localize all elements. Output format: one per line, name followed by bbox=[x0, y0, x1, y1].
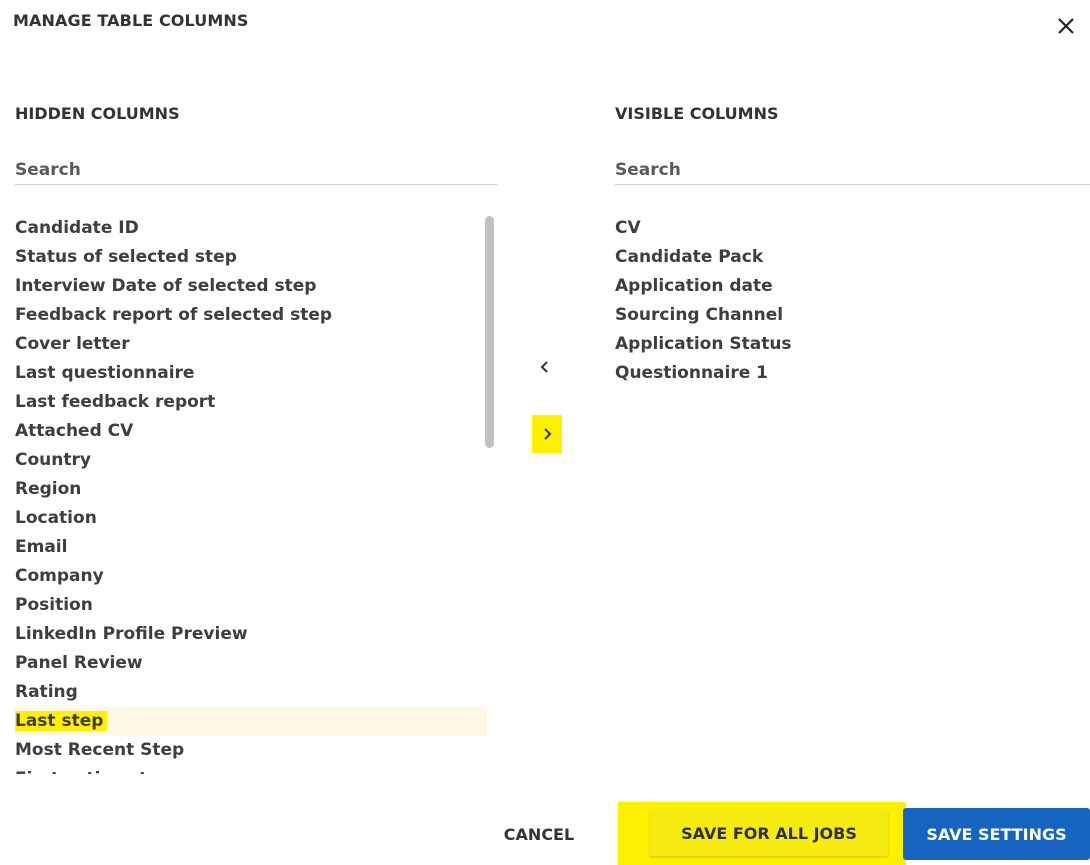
list-item-label: Position bbox=[15, 595, 93, 615]
list-item-label: First active step bbox=[15, 769, 171, 774]
list-item[interactable]: CV bbox=[615, 214, 792, 243]
list-item-label: Sourcing Channel bbox=[615, 305, 784, 325]
list-item[interactable]: Country bbox=[15, 446, 487, 475]
hidden-columns-header: HIDDEN COLUMNS bbox=[15, 104, 180, 123]
save-settings-button[interactable]: SAVE SETTINGS bbox=[903, 808, 1090, 860]
list-item[interactable]: Interview Date of selected step bbox=[15, 272, 487, 301]
move-to-visible-button[interactable] bbox=[532, 415, 562, 453]
list-item[interactable]: Last feedback report bbox=[15, 388, 487, 417]
list-item[interactable]: Candidate Pack bbox=[615, 243, 792, 272]
list-item-label: Candidate ID bbox=[15, 218, 139, 238]
list-item-label: Interview Date of selected step bbox=[15, 276, 317, 296]
list-item-label: Company bbox=[15, 566, 104, 586]
list-item-label: Feedback report of selected step bbox=[15, 305, 333, 325]
list-item[interactable]: Last questionnaire bbox=[15, 359, 487, 388]
list-item[interactable]: Application date bbox=[615, 272, 792, 301]
move-to-hidden-button[interactable] bbox=[530, 348, 560, 386]
list-item-label: Last step bbox=[15, 711, 108, 731]
visible-search-input[interactable] bbox=[615, 155, 1090, 185]
list-item[interactable]: Attached CV bbox=[15, 417, 487, 446]
list-item-label: Country bbox=[15, 450, 91, 470]
list-item-label: Attached CV bbox=[15, 421, 134, 441]
hidden-columns-list: Candidate ID Status of selected step Inter… bbox=[15, 214, 487, 774]
cancel-button[interactable]: CANCEL bbox=[480, 812, 598, 856]
list-item-label: Region bbox=[15, 479, 82, 499]
list-item[interactable]: Company bbox=[15, 562, 487, 591]
list-item[interactable]: Position bbox=[15, 591, 487, 620]
list-item[interactable]: Rating bbox=[15, 678, 487, 707]
list-item-label: Application Status bbox=[615, 334, 792, 354]
list-item[interactable]: Email bbox=[15, 533, 487, 562]
list-item-label: Panel Review bbox=[15, 653, 143, 673]
list-item[interactable]: LinkedIn Profile Preview bbox=[15, 620, 487, 649]
list-item-label: Application date bbox=[615, 276, 773, 296]
list-item-label: Last questionnaire bbox=[15, 363, 195, 383]
list-item[interactable]: Region bbox=[15, 475, 487, 504]
chevron-left-icon bbox=[540, 361, 548, 373]
list-item[interactable]: Most Recent Step bbox=[15, 736, 487, 765]
list-item[interactable]: Candidate ID bbox=[15, 214, 487, 243]
list-item-label: Email bbox=[15, 537, 68, 557]
list-item-label: CV bbox=[615, 218, 641, 238]
list-item[interactable]: Sourcing Channel bbox=[615, 301, 792, 330]
list-item[interactable]: Status of selected step bbox=[15, 243, 487, 272]
list-item-label: Questionnaire 1 bbox=[615, 363, 768, 383]
list-item-label: Rating bbox=[15, 682, 78, 702]
save-for-all-jobs-button[interactable]: SAVE FOR ALL JOBS bbox=[650, 810, 888, 856]
list-item[interactable]: Questionnaire 1 bbox=[615, 359, 792, 388]
list-item[interactable]: Location bbox=[15, 504, 487, 533]
list-item[interactable]: Cover letter bbox=[15, 330, 487, 359]
list-item-label: Cover letter bbox=[15, 334, 130, 354]
list-item[interactable]: Application Status bbox=[615, 330, 792, 359]
chevron-right-icon bbox=[544, 428, 552, 440]
list-item-label: Most Recent Step bbox=[15, 740, 185, 760]
list-item-label: Status of selected step bbox=[15, 247, 237, 267]
hidden-list-scrollbar[interactable] bbox=[485, 216, 494, 448]
visible-columns-header: VISIBLE COLUMNS bbox=[615, 104, 779, 123]
list-item-label: Last feedback report bbox=[15, 392, 216, 412]
list-item[interactable]: Panel Review bbox=[15, 649, 487, 678]
list-item[interactable]: Feedback report of selected step bbox=[15, 301, 487, 330]
list-item-label: LinkedIn Profile Preview bbox=[15, 624, 248, 644]
list-item-label: Candidate Pack bbox=[615, 247, 764, 267]
list-item[interactable]: Last step bbox=[15, 707, 487, 736]
visible-columns-list: CV Candidate Pack Application date Sourcing… bbox=[615, 214, 792, 388]
close-icon[interactable] bbox=[1054, 14, 1078, 38]
hidden-columns-list-container[interactable]: Candidate ID Status of selected step Inter… bbox=[15, 214, 487, 774]
list-item-label: Location bbox=[15, 508, 97, 528]
dialog-title: MANAGE TABLE COLUMNS bbox=[13, 11, 249, 30]
hidden-search-input[interactable] bbox=[15, 155, 498, 185]
list-item[interactable]: First active step bbox=[15, 765, 487, 774]
